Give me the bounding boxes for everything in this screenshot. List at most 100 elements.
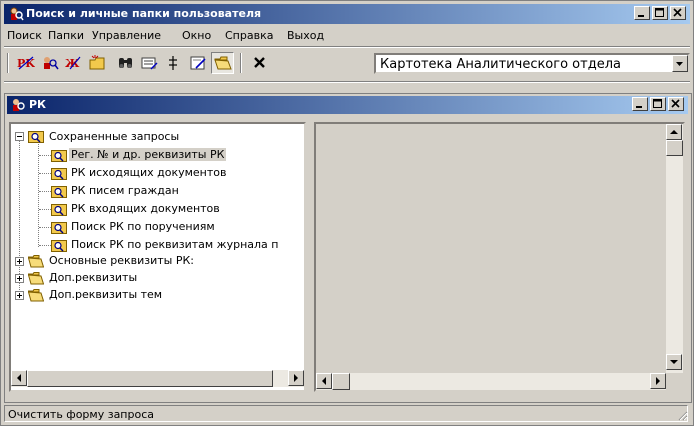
minimize-button[interactable]	[634, 6, 650, 20]
chevron-right-icon	[656, 377, 660, 385]
menu-management[interactable]: Управление	[92, 29, 161, 42]
toolbar-rk-button[interactable]: PK	[14, 52, 37, 74]
search-person-icon	[44, 57, 59, 70]
close-icon	[254, 57, 265, 68]
toolbar-edit-form-button[interactable]	[187, 52, 210, 74]
scroll-left-button[interactable]	[316, 373, 332, 389]
close-icon	[673, 8, 682, 17]
toolbar-grip	[7, 53, 9, 73]
saved-query-icon	[51, 186, 67, 198]
pane-splitter[interactable]	[307, 122, 313, 392]
vscroll-thumb[interactable]	[666, 140, 683, 156]
edit-form-icon	[190, 56, 206, 70]
close-window-button[interactable]	[670, 6, 686, 20]
query-tree: Сохраненные запросы Рег. № и др. реквизи…	[11, 124, 304, 370]
child-title-bar[interactable]: РК	[7, 96, 688, 114]
toolbar-separator	[240, 53, 242, 73]
hscroll-thumb[interactable]	[27, 370, 273, 387]
open-folder-icon	[214, 56, 232, 70]
menu-help[interactable]: Справка	[225, 29, 273, 42]
toolbar-add-criteria-button[interactable]	[162, 52, 185, 74]
new-folder-icon	[89, 55, 105, 70]
detail-pane	[314, 122, 685, 392]
card-index-combo[interactable]: Картотека Аналитического отдела	[374, 53, 690, 74]
minimize-icon	[638, 15, 644, 17]
minus-icon	[17, 136, 22, 137]
status-text: Очистить форму запроса	[8, 408, 155, 421]
chevron-down-icon	[676, 62, 683, 66]
child-minimize-button[interactable]	[632, 97, 648, 111]
toolbar-search-person-button[interactable]	[38, 52, 61, 74]
child-title: РК	[29, 98, 47, 111]
toolbar-journal-button[interactable]: Ж	[62, 52, 85, 74]
journal-icon: Ж	[65, 56, 81, 70]
hscroll-thumb[interactable]	[332, 373, 350, 390]
maximize-icon	[655, 8, 664, 17]
tree-expand-toggle[interactable]	[15, 274, 24, 283]
toolbar-divider	[4, 81, 690, 83]
toolbar-new-folder-button[interactable]	[86, 52, 109, 74]
close-icon	[671, 99, 680, 108]
window-title: Поиск и личные папки пользователя	[26, 7, 262, 20]
scroll-right-button[interactable]	[650, 373, 666, 389]
tree-guide-root	[19, 141, 20, 294]
folder-icon	[28, 289, 44, 302]
chevron-left-icon	[322, 377, 326, 385]
rk-card-icon: PK	[17, 56, 35, 70]
toolbar-clear-form-button[interactable]	[138, 52, 161, 74]
detail-hscrollbar[interactable]	[316, 373, 666, 390]
rk-child-window: РК Сохраненные запросы Рег. № и др. рекв…	[4, 93, 692, 403]
tree-guide	[39, 191, 51, 192]
tree-expand-toggle[interactable]	[15, 257, 24, 266]
status-panel: Очистить форму запроса	[4, 405, 688, 422]
chevron-down-icon	[670, 360, 678, 364]
child-maximize-button[interactable]	[650, 97, 666, 111]
tree-guide	[39, 209, 51, 210]
menu-bar: Поиск Папки Управление Окно Справка Выхо…	[4, 25, 690, 45]
menu-exit[interactable]: Выход	[287, 29, 324, 42]
child-close-button[interactable]	[668, 97, 684, 111]
rk-window-icon	[13, 99, 25, 111]
maximize-button[interactable]	[652, 6, 668, 20]
detail-vscrollbar[interactable]	[666, 124, 683, 373]
form-clear-icon	[141, 57, 158, 70]
scroll-left-button[interactable]	[11, 370, 27, 386]
binoculars-icon	[119, 58, 132, 68]
card-index-value: Картотека Аналитического отдела	[380, 57, 621, 72]
folder-icon	[28, 272, 44, 285]
toolbar-open-folder-button[interactable]	[211, 52, 234, 74]
saved-query-icon	[51, 150, 67, 162]
saved-query-icon	[51, 168, 67, 180]
scroll-down-button[interactable]	[666, 354, 682, 370]
tree-hscrollbar[interactable]	[11, 370, 304, 387]
title-bar[interactable]: Поиск и личные папки пользователя	[4, 4, 690, 24]
tree-guide	[39, 227, 51, 228]
tree-guide	[39, 155, 51, 156]
plus-icon	[17, 293, 22, 298]
tree-collapse-toggle[interactable]	[15, 132, 24, 141]
folder-icon	[28, 255, 44, 268]
menu-search[interactable]: Поиск	[7, 29, 42, 42]
saved-query-folder-icon	[28, 131, 44, 143]
toolbar-find-button[interactable]	[114, 52, 137, 74]
tree-guide	[39, 173, 51, 174]
combo-dropdown-button[interactable]	[672, 55, 688, 72]
plus-icon	[17, 276, 22, 281]
scroll-up-button[interactable]	[666, 124, 682, 140]
add-criteria-icon	[169, 56, 177, 70]
menu-window[interactable]: Окно	[182, 29, 211, 42]
scroll-right-button[interactable]	[288, 370, 304, 386]
menu-folders[interactable]: Папки	[48, 29, 84, 42]
toolbar: PK Ж	[4, 48, 690, 78]
plus-icon	[17, 259, 22, 264]
tree-guide	[39, 245, 51, 246]
status-bar: Очистить форму запроса	[4, 404, 690, 423]
chevron-left-icon	[17, 374, 21, 382]
minimize-icon	[636, 106, 642, 108]
search-people-icon	[10, 7, 24, 21]
toolbar-delete-button[interactable]	[248, 52, 271, 74]
tree-expand-toggle[interactable]	[15, 291, 24, 300]
resize-grip-icon[interactable]	[676, 409, 688, 421]
tree-pane: Сохраненные запросы Рег. № и др. реквизи…	[9, 122, 306, 392]
chevron-up-icon	[670, 130, 678, 134]
